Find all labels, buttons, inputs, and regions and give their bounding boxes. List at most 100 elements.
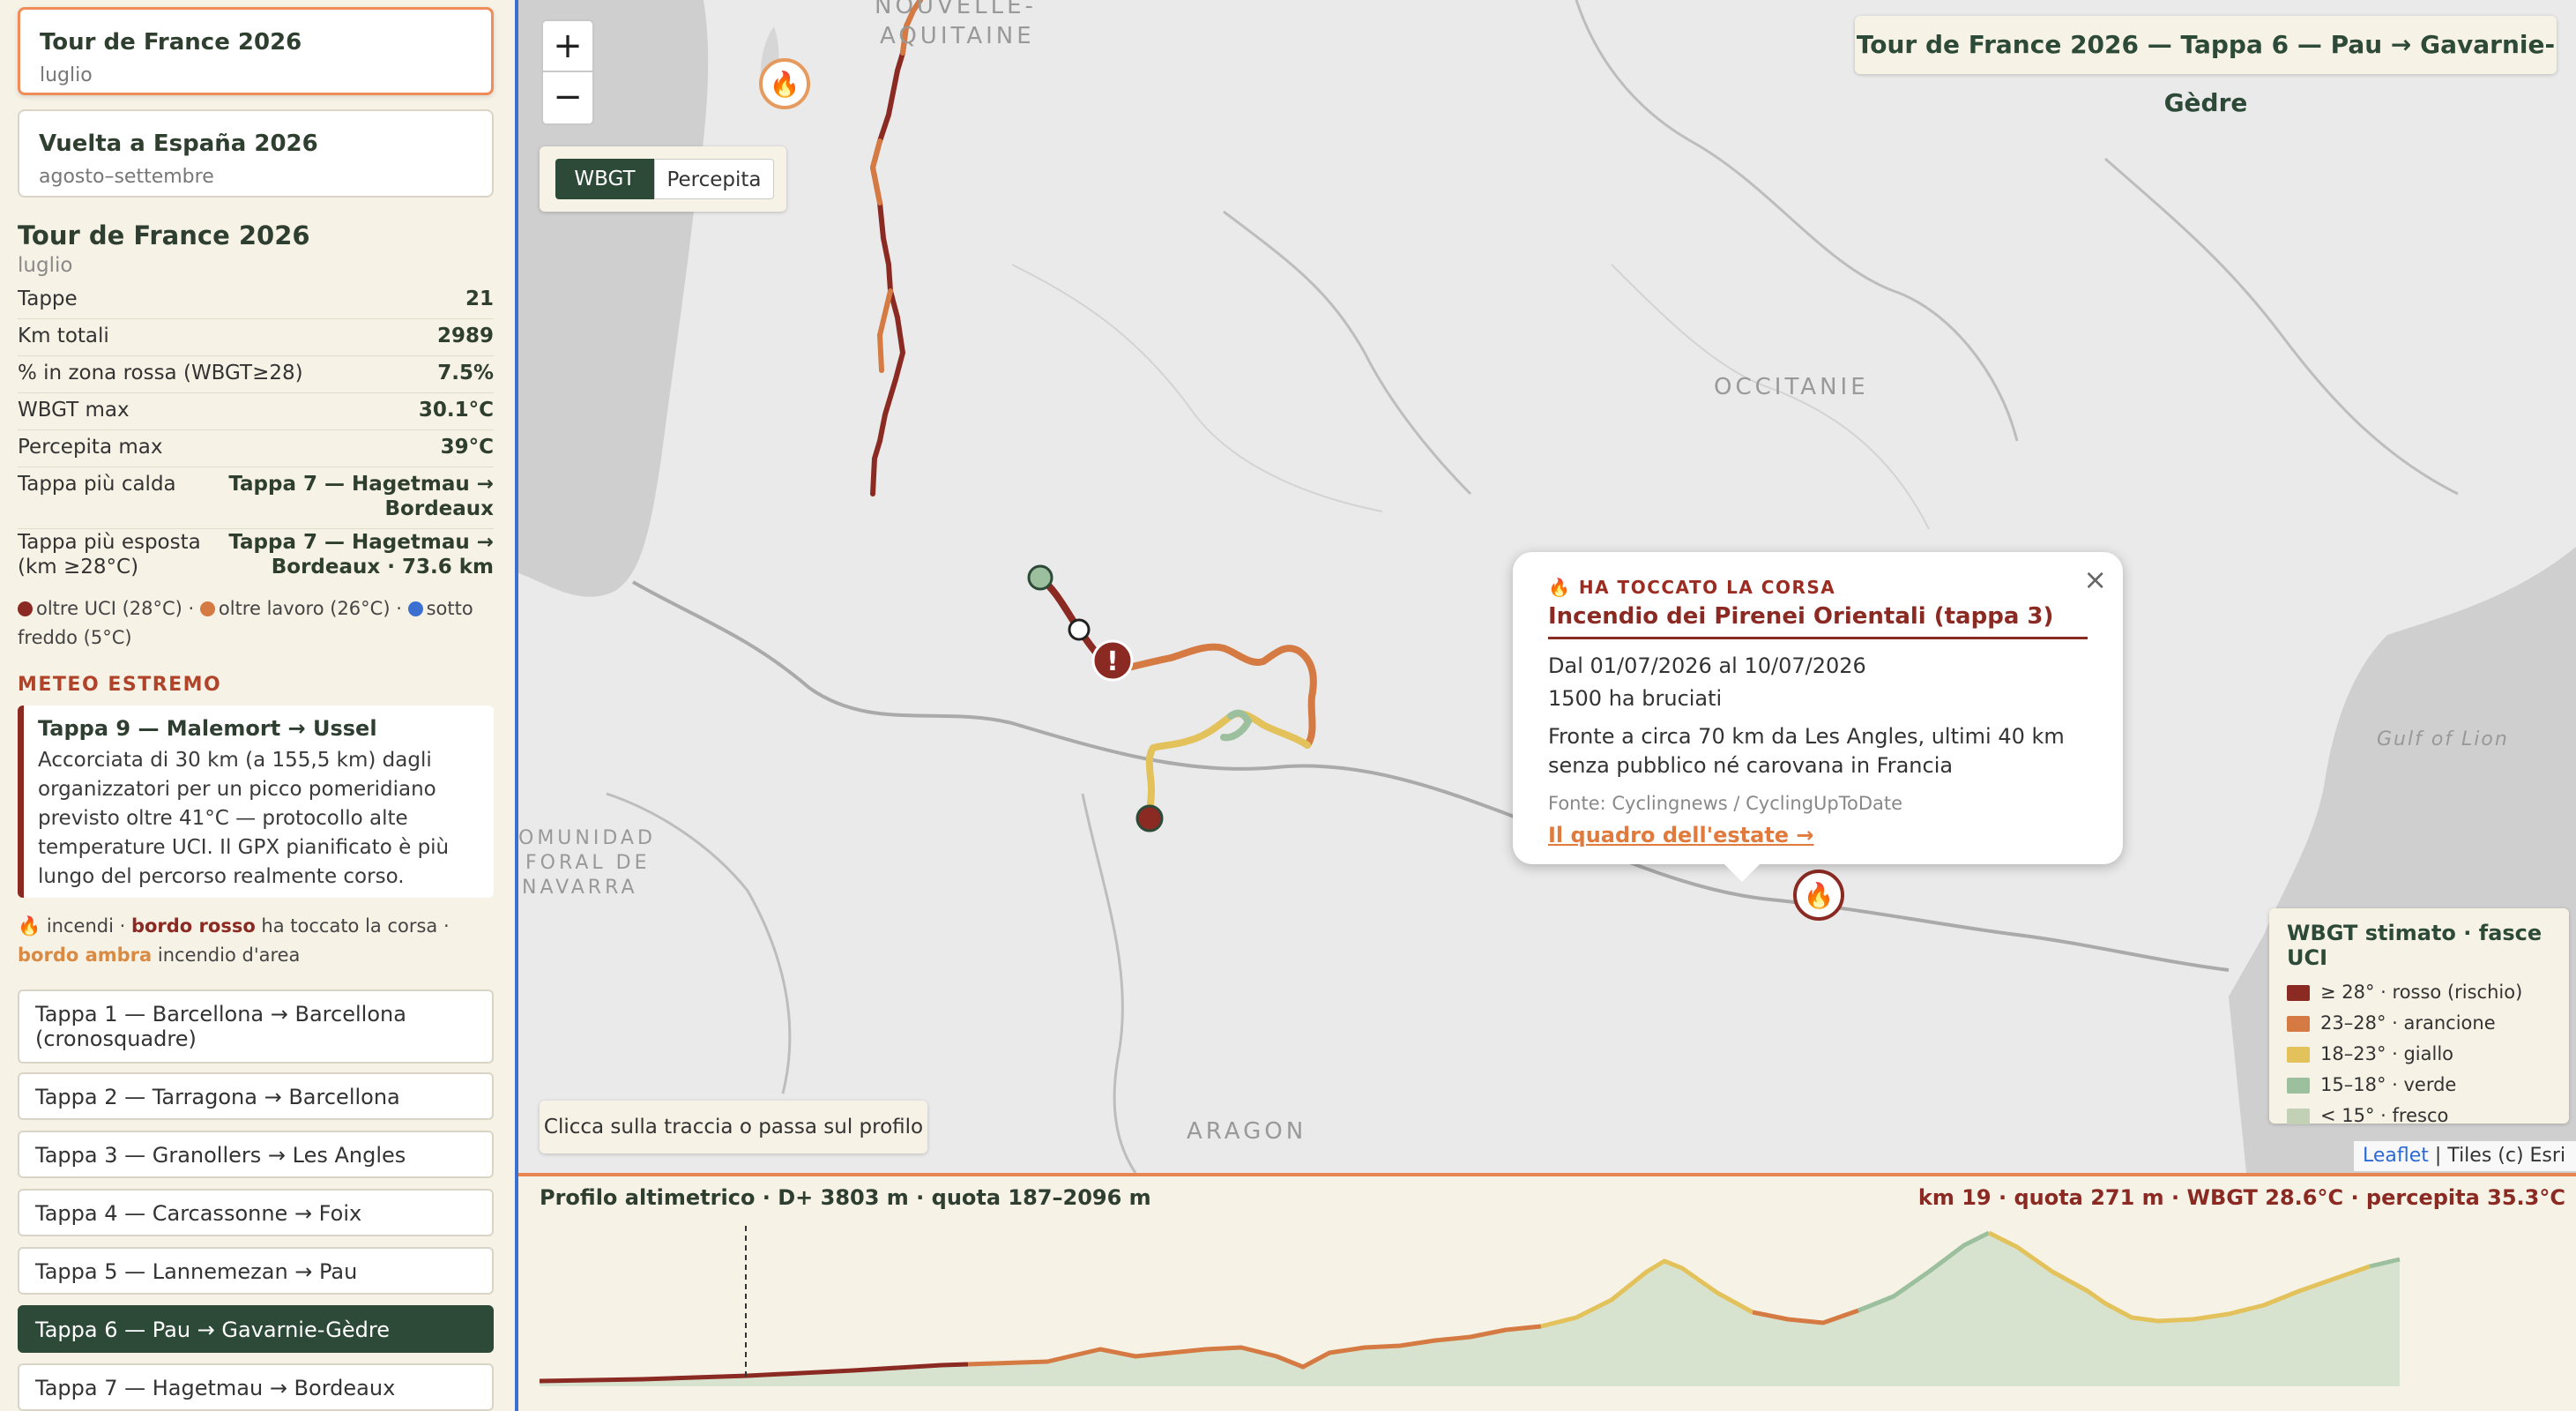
summary-subtitle: luglio bbox=[18, 254, 73, 277]
toggle-wbgt-button[interactable]: WBGT bbox=[555, 159, 654, 199]
stat-value-line1: Tappa 7 — Hagetmau → bbox=[228, 531, 494, 554]
popup-title: Incendio dei Pirenei Orientali (tappa 3) bbox=[1548, 603, 2088, 639]
profile-summary: Profilo altimetrico · D+ 3803 m · quota … bbox=[540, 1185, 1151, 1210]
fire-legend: 🔥 incendi · bordo rosso ha toccato la co… bbox=[18, 912, 498, 970]
stage-item-2[interactable]: Tappa 2 — Tarragona → Barcellona bbox=[18, 1072, 494, 1120]
fire-icon: 🔥 bbox=[18, 915, 41, 937]
profile-chart[interactable] bbox=[518, 1176, 2576, 1411]
stage-item-5[interactable]: Tappa 5 — Lannemezan → Pau bbox=[18, 1247, 494, 1295]
alert-marker-label: ! bbox=[1106, 646, 1119, 677]
stat-row-red-zone: % in zona rossa (WBGT≥28) 7.5% bbox=[18, 356, 494, 393]
legend-row: 18–23° · giallo bbox=[2287, 1039, 2551, 1070]
event-title: Tour de France 2026 bbox=[40, 29, 302, 56]
stat-value: 39°C bbox=[440, 436, 494, 459]
toggle-perceived-button[interactable]: Percepita bbox=[654, 159, 774, 199]
region-label: OMUNIDAD bbox=[518, 827, 656, 849]
popup-dates: Dal 01/07/2026 al 10/07/2026 bbox=[1548, 653, 1866, 678]
stage-label: Tappa 4 — Carcassonne → Foix bbox=[35, 1201, 362, 1226]
stage-item-4[interactable]: Tappa 4 — Carcassonne → Foix bbox=[18, 1189, 494, 1236]
legend-label: < 15° · fresco bbox=[2320, 1105, 2449, 1126]
fire-marker-area[interactable]: 🔥 bbox=[759, 58, 810, 109]
swatch bbox=[2287, 985, 2310, 1001]
swatch bbox=[2287, 1016, 2310, 1032]
fire-legend-amber: bordo ambra bbox=[18, 944, 153, 966]
legend-label: 23–28° · arancione bbox=[2320, 1012, 2496, 1034]
legend-label: 15–18° · verde bbox=[2320, 1074, 2457, 1095]
stat-value: 21 bbox=[465, 287, 494, 310]
map-title: Tour de France 2026 — Tappa 6 — Pau → Ga… bbox=[1855, 16, 2557, 117]
stage-item-6[interactable]: Tappa 6 — Pau → Gavarnie-Gèdre bbox=[18, 1305, 494, 1353]
popup-source: Fonte: Cyclingnews / CyclingUpToDate bbox=[1548, 793, 1903, 814]
position-marker[interactable] bbox=[1068, 618, 1091, 641]
stat-row-most-exposed: Tappa più esposta (km ≥28°C) Tappa 7 — H… bbox=[18, 529, 494, 587]
region-label: NOUVELLE- bbox=[875, 0, 1037, 19]
stat-value: 2989 bbox=[436, 325, 494, 347]
stat-label-line2: (km ≥28°C) bbox=[18, 556, 139, 579]
legend-row: 15–18° · verde bbox=[2287, 1070, 2551, 1101]
stat-value: 7.5% bbox=[437, 362, 494, 384]
fire-legend-text: incendi · bbox=[41, 915, 131, 937]
map-hint: Clicca sulla traccia o passa sul profilo bbox=[540, 1101, 927, 1153]
event-card-vuelta[interactable]: Vuelta a España 2026 agosto–settembre bbox=[18, 109, 494, 198]
stat-value-line2: Bordeaux · 73.6 km bbox=[271, 556, 494, 579]
sea-label: Gulf of Lion bbox=[2377, 728, 2509, 750]
stage-item-3[interactable]: Tappa 3 — Granollers → Les Angles bbox=[18, 1131, 494, 1178]
popup-area: 1500 ha bruciati bbox=[1548, 686, 1723, 711]
stage-label: Tappa 3 — Granollers → Les Angles bbox=[35, 1143, 406, 1168]
swatch bbox=[2287, 1078, 2310, 1094]
map-view[interactable]: ! 🔥 🔥 + − WBGT Percepita Tour de France … bbox=[518, 0, 2576, 1173]
summary-title: Tour de France 2026 bbox=[18, 220, 310, 250]
wbgt-legend: WBGT stimato · fasce UCI ≥ 28° · rosso (… bbox=[2269, 908, 2569, 1126]
legend-red-label: oltre UCI (28°C) bbox=[36, 598, 182, 619]
stat-row-perceived-max: Percepita max 39°C bbox=[18, 430, 494, 467]
leaflet-link[interactable]: Leaflet bbox=[2363, 1145, 2429, 1167]
stat-label: Tappe bbox=[18, 287, 78, 310]
fire-marker-race[interactable]: 🔥 bbox=[1793, 870, 1844, 921]
stat-row-hottest-stage: Tappa più calda Tappa 7 — Hagetmau → Bor… bbox=[18, 467, 494, 529]
legend-title: WBGT stimato · fasce UCI bbox=[2287, 921, 2542, 970]
stage-item-1[interactable]: Tappa 1 — Barcellona → Barcellona (crono… bbox=[18, 989, 494, 1064]
separator: · bbox=[390, 598, 408, 619]
stat-label: WBGT max bbox=[18, 399, 130, 422]
stat-label: Km totali bbox=[18, 325, 109, 347]
fire-icon: 🔥 bbox=[1803, 881, 1835, 910]
event-title: Vuelta a España 2026 bbox=[39, 131, 318, 157]
extreme-weather-card: Tappa 9 — Malemort → Ussel Accorciata di… bbox=[18, 706, 494, 898]
extreme-weather-heading: METEO ESTREMO bbox=[18, 674, 222, 696]
stat-label: % in zona rossa (WBGT≥28) bbox=[18, 362, 303, 384]
stage-label: Tappa 7 — Hagetmau → Bordeaux bbox=[35, 1376, 396, 1400]
popup-description: Fronte a circa 70 km da Les Angles, ulti… bbox=[1548, 724, 2065, 778]
stage-label: Tappa 1 — Barcellona → Barcellona (crono… bbox=[35, 1002, 406, 1051]
region-label: NAVARRA bbox=[522, 877, 638, 899]
stage-label: Tappa 2 — Tarragona → Barcellona bbox=[35, 1085, 400, 1109]
stage-item-7[interactable]: Tappa 7 — Hagetmau → Bordeaux bbox=[18, 1363, 494, 1411]
metric-toggle: WBGT Percepita bbox=[540, 146, 786, 212]
popup-tip bbox=[1723, 862, 1761, 882]
legend-label: 18–23° · giallo bbox=[2320, 1043, 2454, 1064]
fire-icon: 🔥 bbox=[769, 70, 800, 99]
stat-value: 30.1°C bbox=[418, 399, 494, 422]
extreme-weather-title: Tappa 9 — Malemort → Ussel bbox=[38, 716, 377, 741]
stat-row-km: Km totali 2989 bbox=[18, 319, 494, 356]
stat-label: Tappa più calda bbox=[18, 473, 176, 496]
finish-marker[interactable] bbox=[1135, 804, 1164, 832]
elevation-profile[interactable]: Profilo altimetrico · D+ 3803 m · quota … bbox=[518, 1173, 2576, 1411]
event-subtitle: luglio bbox=[40, 64, 93, 86]
fire-legend-text: ha toccato la corsa · bbox=[255, 915, 450, 937]
close-icon[interactable]: × bbox=[2083, 563, 2107, 596]
separator: · bbox=[182, 598, 200, 619]
stage-label: Tappa 5 — Lannemezan → Pau bbox=[35, 1259, 358, 1284]
stat-row-wbgt-max: WBGT max 30.1°C bbox=[18, 393, 494, 430]
orange-dot-icon bbox=[199, 601, 215, 616]
popup-link[interactable]: Il quadro dell'estate → bbox=[1548, 823, 2088, 847]
stat-value-line1: Tappa 7 — Hagetmau → bbox=[228, 473, 494, 496]
event-card-tour[interactable]: Tour de France 2026 luglio bbox=[18, 7, 494, 95]
legend-row: ≥ 28° · rosso (rischio) bbox=[2287, 977, 2551, 1008]
red-dot-icon bbox=[18, 601, 33, 616]
stat-label-line1: Tappa più esposta bbox=[18, 531, 201, 554]
tiles-credit: | Tiles (c) Esri bbox=[2428, 1145, 2566, 1167]
zoom-out-button[interactable]: − bbox=[541, 72, 594, 125]
zoom-in-button[interactable]: + bbox=[541, 19, 594, 72]
region-label: ARAGON bbox=[1187, 1118, 1307, 1145]
start-marker[interactable] bbox=[1027, 564, 1053, 591]
